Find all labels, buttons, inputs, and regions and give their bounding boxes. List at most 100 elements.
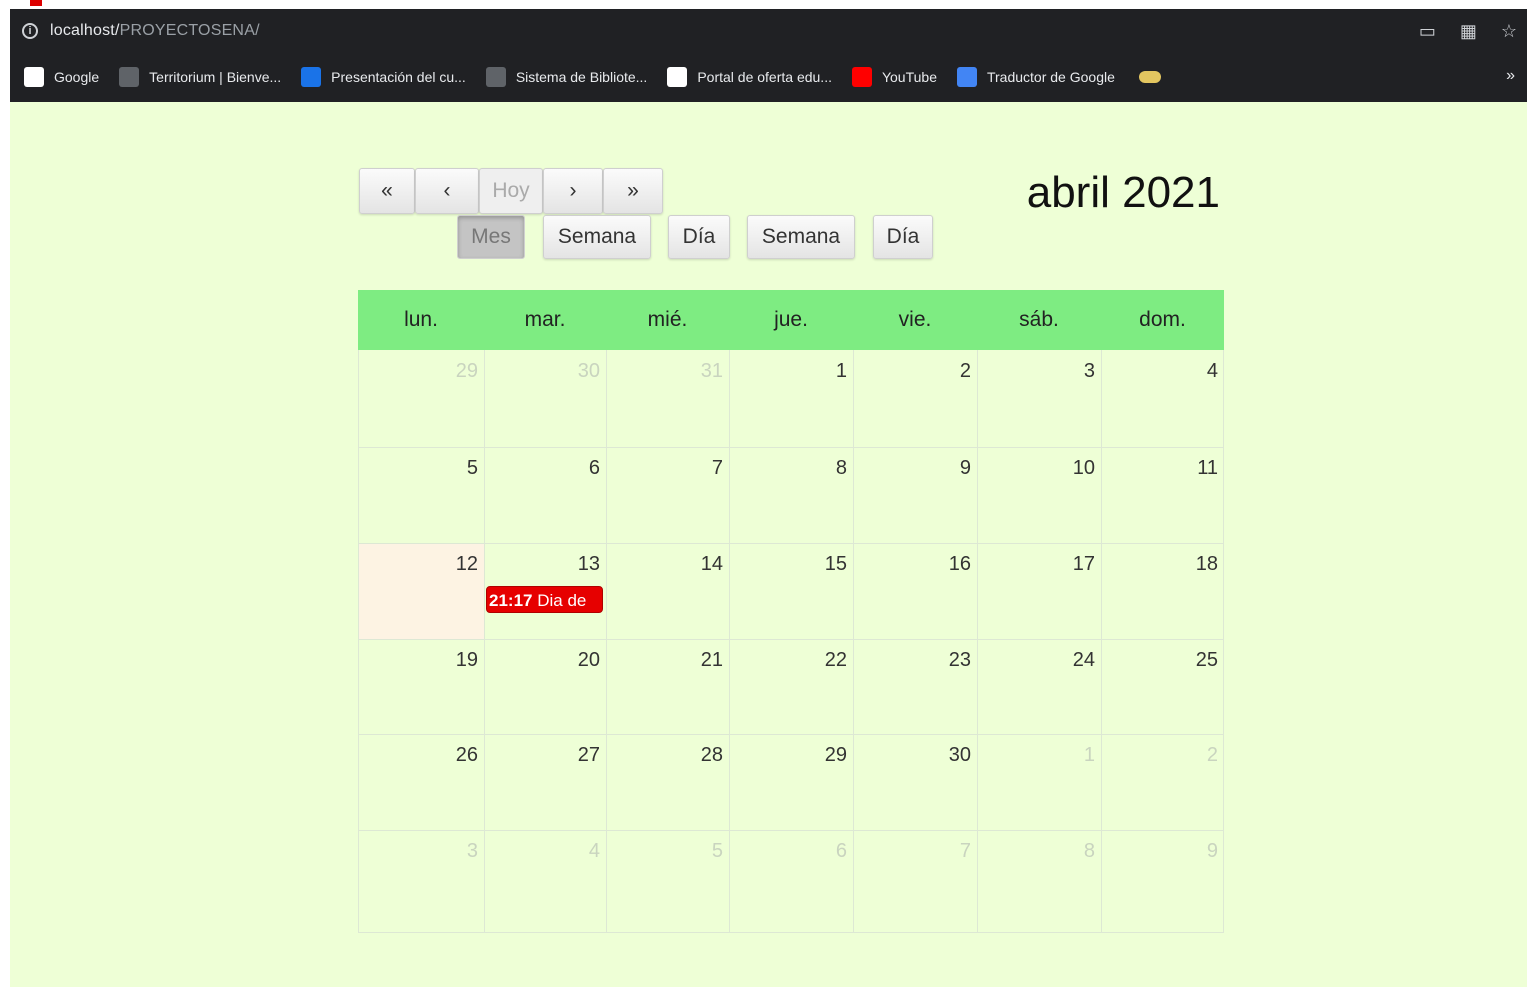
day-number[interactable]: 11	[1178, 457, 1218, 480]
calendar-event[interactable]: 21:17 Dia de	[486, 586, 603, 613]
bookmark-item[interactable]: Portal de oferta edu...	[667, 67, 832, 87]
google-icon	[24, 67, 44, 87]
day-number[interactable]: 24	[1055, 649, 1095, 672]
bookmark-label: Sistema de Bibliote...	[515, 69, 648, 85]
site-info-icon[interactable]: i	[22, 22, 38, 39]
address-bar[interactable]: i localhost/PROYECTOSENA/ ▭ ▦ ☆	[10, 9, 1527, 52]
grid-column-divider	[853, 350, 854, 933]
grid-column-divider	[977, 350, 978, 933]
day-number[interactable]: 4	[560, 840, 600, 863]
day-number[interactable]: 29	[807, 744, 847, 767]
view-month-button[interactable]: Mes	[457, 215, 525, 259]
day-number[interactable]: 7	[683, 457, 723, 480]
weekday-label: mié.	[647, 308, 688, 331]
cast-icon[interactable]: ▭	[1419, 21, 1436, 42]
bookmark-item[interactable]: Traductor de Google	[956, 67, 1115, 87]
bookmark-label: Presentación del cu...	[331, 69, 466, 85]
day-number[interactable]: 29	[438, 360, 478, 383]
day-number[interactable]: 12	[438, 553, 478, 576]
view-day-button-2[interactable]: Día	[873, 215, 933, 259]
view-day-button[interactable]: Día	[668, 215, 730, 259]
bookmarks-overflow-icon[interactable]: »	[1506, 67, 1515, 85]
day-number[interactable]: 17	[1055, 553, 1095, 576]
day-number[interactable]: 21	[683, 649, 723, 672]
prev-month-button[interactable]: ‹	[415, 168, 479, 214]
day-number[interactable]: 9	[931, 457, 971, 480]
day-number[interactable]: 7	[931, 840, 971, 863]
day-number[interactable]: 30	[931, 744, 971, 767]
day-number[interactable]: 31	[683, 360, 723, 383]
grid-row-divider	[358, 734, 1224, 735]
grid-border	[358, 350, 359, 933]
view-week-button-2[interactable]: Semana	[747, 215, 855, 259]
next-month-button[interactable]: ›	[543, 168, 603, 214]
view-week-button[interactable]: Semana	[543, 215, 651, 259]
bookmark-item[interactable]: Territorium | Bienve...	[119, 67, 281, 87]
day-number[interactable]: 2	[931, 360, 971, 383]
presentation-icon	[301, 67, 322, 87]
day-number[interactable]: 1	[807, 360, 847, 383]
weekday-label: vie.	[898, 308, 932, 331]
youtube-icon	[851, 67, 872, 87]
weekday-label: dom.	[1139, 308, 1186, 331]
day-number[interactable]: 6	[560, 457, 600, 480]
address-bar-actions: ▭ ▦ ☆	[1419, 21, 1517, 42]
grid-row-divider	[358, 543, 1224, 544]
qr-code-icon[interactable]: ▦	[1460, 21, 1477, 42]
day-number[interactable]: 14	[683, 553, 723, 576]
day-number[interactable]: 28	[683, 744, 723, 767]
day-number[interactable]: 1	[1055, 744, 1095, 767]
bookmark-label: Territorium | Bienve...	[149, 69, 282, 85]
grid-column-divider	[606, 350, 607, 933]
prev-year-button[interactable]: «	[359, 168, 415, 214]
day-number[interactable]: 30	[560, 360, 600, 383]
day-number[interactable]: 8	[807, 457, 847, 480]
day-number[interactable]: 5	[438, 457, 478, 480]
bookmark-star-icon[interactable]: ☆	[1501, 21, 1517, 42]
bookmark-label: Portal de oferta edu...	[697, 69, 832, 85]
day-number[interactable]: 27	[560, 744, 600, 767]
day-number[interactable]: 10	[1055, 457, 1095, 480]
bookmarks-bar: Google Territorium | Bienve... Presentació…	[10, 57, 1527, 97]
day-number[interactable]: 23	[931, 649, 971, 672]
day-number[interactable]: 26	[438, 744, 478, 767]
day-number[interactable]: 15	[807, 553, 847, 576]
day-number[interactable]: 3	[1055, 360, 1095, 383]
day-number[interactable]: 5	[683, 840, 723, 863]
calendar-title: abril 2021	[1026, 168, 1220, 217]
translate-icon	[956, 67, 977, 87]
day-number[interactable]: 22	[807, 649, 847, 672]
extension-bookmark-icon[interactable]	[1138, 71, 1161, 83]
today-button[interactable]: Hoy	[479, 168, 543, 214]
url-path: PROYECTOSENA/	[119, 21, 260, 39]
day-number[interactable]: 16	[931, 553, 971, 576]
weekday-label: sáb.	[1019, 308, 1059, 331]
grid-column-divider	[484, 350, 485, 933]
weekday-header: lun. mar. mié. jue. vie. sáb. dom.	[358, 290, 1224, 350]
bookmark-item[interactable]: Google	[24, 67, 99, 87]
next-year-button[interactable]: »	[603, 168, 663, 214]
url-text[interactable]: localhost/PROYECTOSENA/	[50, 22, 260, 40]
day-number[interactable]: 9	[1178, 840, 1218, 863]
bookmark-label: Google	[54, 69, 100, 85]
day-number[interactable]: 4	[1178, 360, 1218, 383]
grid-row-divider	[358, 447, 1224, 448]
day-number[interactable]: 6	[807, 840, 847, 863]
day-number[interactable]: 25	[1178, 649, 1218, 672]
bookmark-item[interactable]: YouTube	[851, 67, 937, 87]
day-number[interactable]: 19	[438, 649, 478, 672]
day-number[interactable]: 20	[560, 649, 600, 672]
red-marker	[30, 0, 42, 6]
grid-row-divider	[358, 639, 1224, 640]
day-number[interactable]: 3	[438, 840, 478, 863]
day-number[interactable]: 18	[1178, 553, 1218, 576]
grid-column-divider	[729, 350, 730, 933]
bookmark-item[interactable]: Sistema de Bibliote...	[485, 67, 648, 87]
bookmark-item[interactable]: Presentación del cu...	[301, 67, 466, 87]
day-number[interactable]: 13	[560, 553, 600, 576]
bookmark-label: Traductor de Google	[986, 69, 1115, 85]
day-number[interactable]: 2	[1178, 744, 1218, 767]
weekday-label: mar.	[524, 308, 566, 331]
day-number[interactable]: 8	[1055, 840, 1095, 863]
grid-row-divider	[358, 830, 1224, 831]
